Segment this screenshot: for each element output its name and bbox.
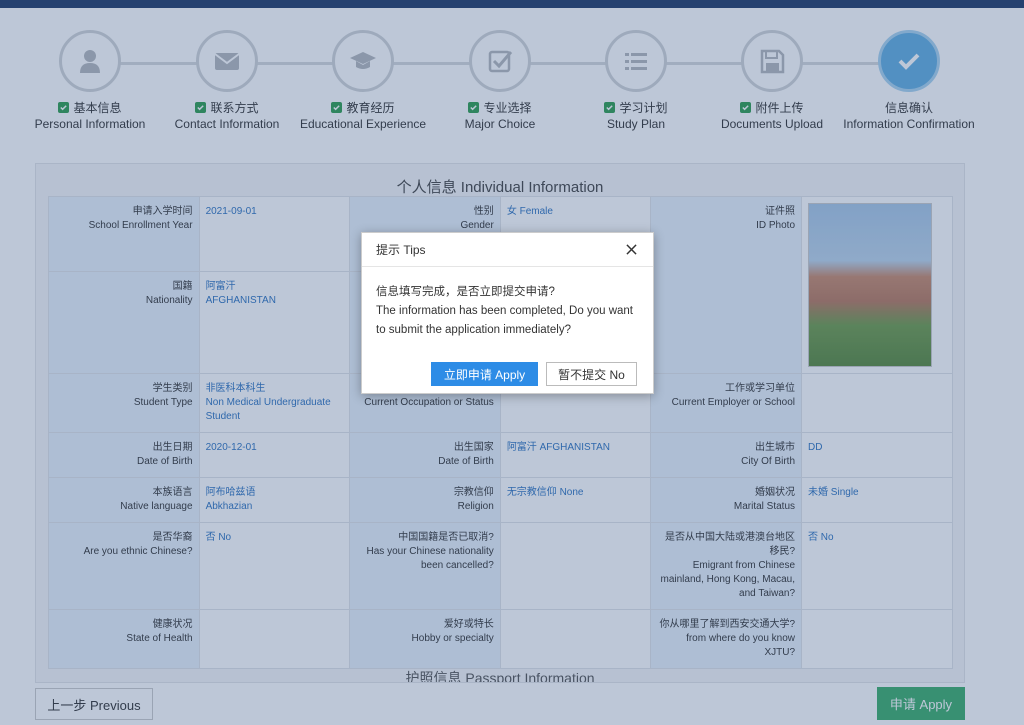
dialog-message: 信息填写完成，是否立即提交申请? The information has bee… bbox=[362, 267, 653, 340]
confirm-dialog: 提示 Tips 信息填写完成，是否立即提交申请? The information… bbox=[361, 232, 654, 394]
dialog-message-cn: 信息填写完成，是否立即提交申请? bbox=[376, 286, 555, 298]
dialog-message-en: The information has been completed, Do y… bbox=[376, 305, 633, 336]
not-now-button[interactable]: 暂不提交 No bbox=[546, 362, 637, 386]
dialog-buttons: 立即申请 Apply 暂不提交 No bbox=[431, 362, 637, 386]
apply-now-button[interactable]: 立即申请 Apply bbox=[431, 362, 538, 386]
dialog-title: 提示 Tips bbox=[376, 243, 426, 257]
close-icon[interactable] bbox=[623, 242, 639, 258]
dialog-header: 提示 Tips bbox=[362, 233, 653, 267]
